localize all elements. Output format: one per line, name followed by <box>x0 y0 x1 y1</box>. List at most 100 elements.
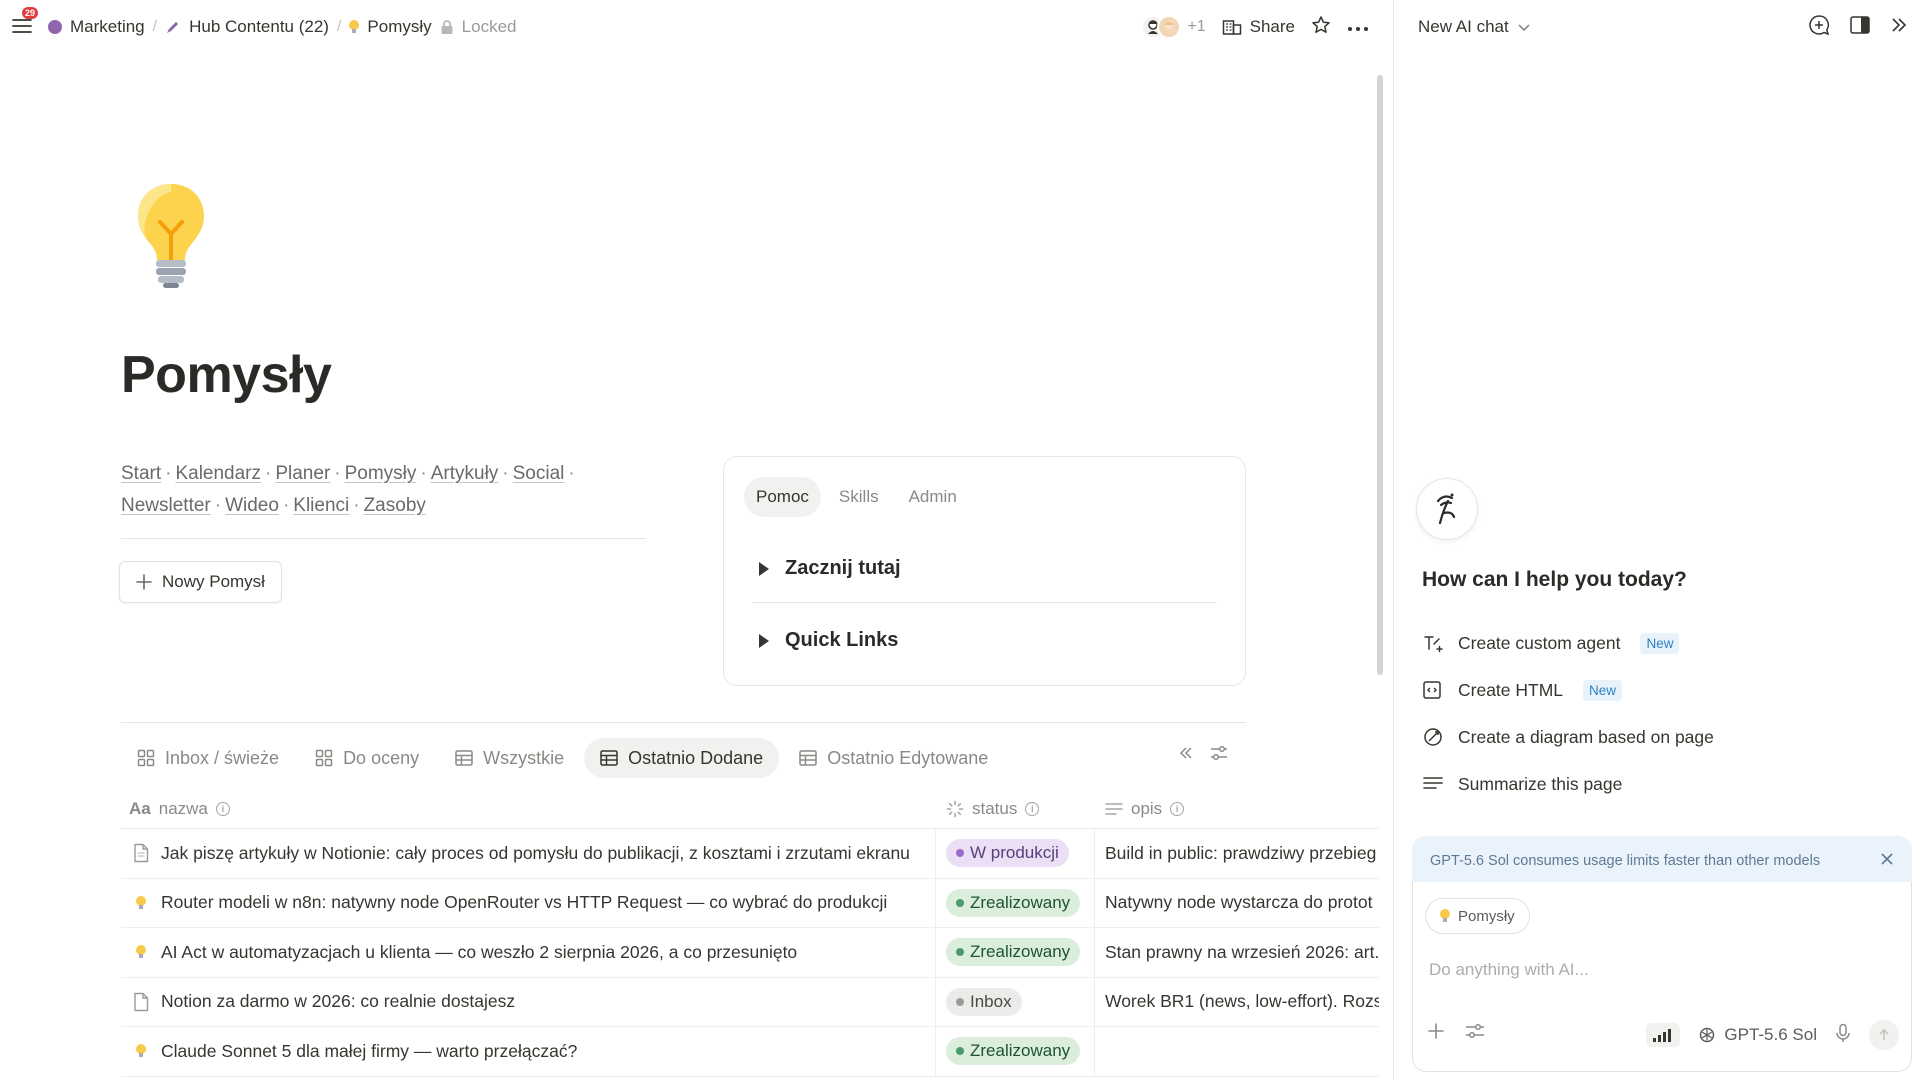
view-do-oceny[interactable]: Do oceny <box>299 738 435 778</box>
model-selector[interactable]: GPT-5.6 Sol <box>1698 1025 1817 1045</box>
double-chevron-left-icon[interactable] <box>1178 745 1194 766</box>
column-nazwa[interactable]: Aa nazwa i <box>121 789 936 829</box>
table-row[interactable]: AI Act w automatyzacjach u klienta — co … <box>121 928 1379 978</box>
send-button[interactable] <box>1869 1020 1899 1050</box>
plus-icon[interactable] <box>1427 1022 1445 1045</box>
page-icon <box>134 844 149 863</box>
settings-sliders-icon[interactable] <box>1210 745 1228 766</box>
close-icon[interactable] <box>1880 852 1894 870</box>
cell-name[interactable]: AI Act w automatyzacjach u klienta — co … <box>121 928 936 977</box>
scrollbar[interactable] <box>1377 75 1383 675</box>
ai-chat-title-label: New AI chat <box>1418 17 1509 36</box>
table-icon <box>799 750 817 766</box>
nav-link-artykuly[interactable]: Artykuły <box>431 463 499 484</box>
cell-name[interactable]: Claude Sonnet 5 dla małej firmy — warto … <box>121 1027 936 1076</box>
cell-opis[interactable] <box>1095 1027 1379 1076</box>
row-title: Claude Sonnet 5 dla małej firmy — warto … <box>161 1040 578 1061</box>
microphone-icon[interactable] <box>1835 1023 1851 1048</box>
chevron-down-icon <box>1518 24 1530 32</box>
nav-link-social[interactable]: Social <box>513 463 565 484</box>
cell-name[interactable]: Notion za darmo w 2026: co realnie dosta… <box>121 977 936 1026</box>
nav-link-start[interactable]: Start <box>121 463 161 484</box>
cell-status[interactable]: Zrealizowany <box>936 878 1095 927</box>
cell-status[interactable]: W produkcji <box>936 829 1095 878</box>
nav-link-zasoby[interactable]: Zasoby <box>364 495 426 516</box>
breadcrumb-marketing[interactable]: Marketing <box>48 17 145 37</box>
view-ostatnio-edytowane[interactable]: Ostatnio Edytowane <box>783 738 1004 778</box>
bulb-icon <box>349 20 360 34</box>
table-icon <box>455 750 473 766</box>
ai-chat-title[interactable]: New AI chat <box>1418 0 1531 54</box>
status-dot <box>956 898 964 907</box>
database-views: Inbox / świeże Do oceny Wszystkie Ostatn… <box>121 738 1004 778</box>
column-label: nazwa <box>158 798 208 818</box>
cell-opis[interactable]: Stan prawny na wrzesień 2026: art. <box>1095 928 1379 977</box>
nav-link-newsletter[interactable]: Newsletter <box>121 495 211 516</box>
nav-link-pomysly[interactable]: Pomysły <box>345 463 417 484</box>
nav-separator: · <box>265 463 272 484</box>
cell-status[interactable]: Zrealizowany <box>936 928 1095 977</box>
suggestion-create-html[interactable]: Create HTML New <box>1422 679 1623 701</box>
status-label: W produkcji <box>970 843 1059 863</box>
toggle-zacznij-tutaj[interactable]: Zacznij tutaj <box>759 557 901 580</box>
cell-opis[interactable]: Worek BR1 (news, low-effort). Rozs <box>1095 978 1379 1027</box>
table-row[interactable]: Claude Sonnet 5 dla małej firmy — warto … <box>121 1027 1379 1077</box>
nav-link-wideo[interactable]: Wideo <box>225 495 279 516</box>
more-options-icon[interactable] <box>1347 17 1369 37</box>
status-icon <box>946 800 964 817</box>
nav-link-planer[interactable]: Planer <box>275 463 330 484</box>
view-ostatnio-dodane[interactable]: Ostatnio Dodane <box>584 738 780 778</box>
view-label: Inbox / świeże <box>165 747 280 768</box>
html-icon <box>1423 681 1441 699</box>
locked-indicator[interactable]: Locked <box>440 17 517 37</box>
new-idea-button[interactable]: Nowy Pomysł <box>119 561 282 603</box>
column-status[interactable]: status i <box>936 789 1095 829</box>
view-wszystkie[interactable]: Wszystkie <box>439 738 580 778</box>
row-description: Worek BR1 (news, low-effort). Rozs <box>1105 991 1379 1012</box>
locked-label: Locked <box>461 17 517 36</box>
cell-name[interactable]: Jak piszę artykuły w Notionie: cały proc… <box>121 829 936 878</box>
breadcrumb: Marketing / Hub Contentu (22) / Pomysły … <box>48 0 516 54</box>
help-panel: Pomoc Skills Admin Zacznij tutaj Quick L… <box>723 456 1246 686</box>
double-chevron-right-icon[interactable] <box>1890 16 1908 39</box>
suggestion-create-custom-agent[interactable]: Create custom agent New <box>1422 632 1680 654</box>
share-button[interactable]: Share <box>1222 17 1295 37</box>
table-row[interactable]: Router modeli w n8n: natywny node OpenRo… <box>121 878 1379 928</box>
plus-icon <box>136 574 152 590</box>
context-chip[interactable]: Pomysły <box>1425 898 1530 934</box>
cell-status[interactable]: Zrealizowany <box>936 1027 1095 1076</box>
signal-bars-icon[interactable] <box>1646 1023 1681 1047</box>
page-bulb-icon[interactable] <box>130 180 212 290</box>
nav-link-klienci[interactable]: Klienci <box>293 495 349 516</box>
tab-admin[interactable]: Admin <box>897 477 969 517</box>
nav-link-kalendarz[interactable]: Kalendarz <box>175 463 261 484</box>
table-row[interactable]: Notion za darmo w 2026: co realnie dosta… <box>121 977 1379 1027</box>
settings-sliders-icon[interactable] <box>1465 1023 1485 1044</box>
view-inbox[interactable]: Inbox / świeże <box>121 738 295 778</box>
suggestion-create-diagram[interactable]: Create a diagram based on page <box>1422 726 1714 748</box>
share-label: Share <box>1249 17 1295 36</box>
breadcrumb-pomysly[interactable]: Pomysły <box>349 17 432 37</box>
tab-skills[interactable]: Skills <box>827 477 891 517</box>
toggle-quick-links[interactable]: Quick Links <box>759 629 898 652</box>
top-bar: 29 Marketing / Hub Contentu (22) / Pomys… <box>0 0 1393 54</box>
suggestion-summarize[interactable]: Summarize this page <box>1422 773 1622 795</box>
cell-opis[interactable]: Natywny node wystarcza do protot <box>1095 879 1379 928</box>
cell-name[interactable]: Router modeli w n8n: natywny node OpenRo… <box>121 878 936 927</box>
breadcrumb-hub[interactable]: Hub Contentu (22) <box>165 17 329 37</box>
status-label: Zrealizowany <box>970 942 1071 962</box>
status-label: Inbox <box>970 991 1012 1011</box>
ai-prompt-input[interactable]: Do anything with AI... <box>1429 960 1589 980</box>
table-row[interactable]: Jak piszę artykuły w Notionie: cały proc… <box>121 829 1379 879</box>
divider <box>121 538 646 539</box>
cell-opis[interactable]: Build in public: prawdziwy przebieg <box>1095 829 1379 878</box>
tab-pomoc[interactable]: Pomoc <box>744 477 821 517</box>
column-opis[interactable]: opis i <box>1095 789 1379 829</box>
star-icon[interactable] <box>1311 15 1331 40</box>
usage-notice-text: GPT-5.6 Sol consumes usage limits faster… <box>1430 853 1821 869</box>
sidebar-layout-icon[interactable] <box>1850 15 1870 39</box>
cell-status[interactable]: Inbox <box>936 977 1095 1026</box>
new-chat-icon[interactable] <box>1808 14 1830 41</box>
gallery-icon <box>137 749 155 767</box>
collaborators[interactable]: +1 <box>1141 15 1206 39</box>
